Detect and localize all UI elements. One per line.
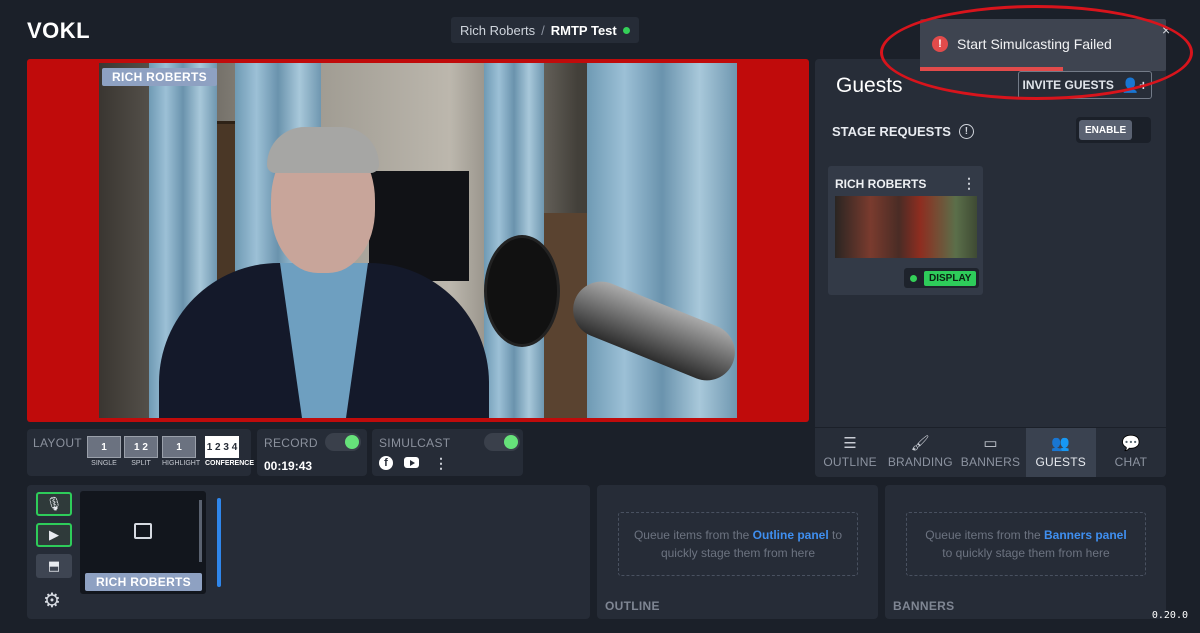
simulcast-label: SIMULCAST (379, 436, 451, 450)
annotation-circle (880, 5, 1193, 100)
record-timer: 00:19:43 (264, 459, 313, 473)
layout-conference-button[interactable]: 1 2 3 4 CONFERENCE (205, 436, 254, 467)
banners-queue-dropzone[interactable]: Queue items from the Banners panel to qu… (906, 512, 1146, 576)
simulcast-more-icon[interactable]: ⋮ (434, 455, 448, 472)
tab-guests[interactable]: 👥 GUESTS (1025, 428, 1096, 477)
camera-icon: ▶ (49, 527, 59, 542)
enable-stage-requests-toggle[interactable]: ENABLE (1076, 117, 1151, 143)
tab-outline[interactable]: ☰ OUTLINE (815, 428, 885, 477)
microphone-button[interactable]: 🎙 (36, 492, 72, 516)
stage-requests-header: STAGE REQUESTS ! (832, 124, 974, 139)
breadcrumb-separator: / (541, 22, 545, 38)
app-logo: VOKL (27, 18, 91, 43)
live-status-dot (622, 26, 630, 34)
layout-highlight-button[interactable]: 1 HIGHLIGHT (162, 436, 200, 467)
layout-control: LAYOUT 1 SINGLE 1 2 SPLIT 1 HIGHLIGHT 1 … (27, 429, 254, 476)
breadcrumb-show: RMTP Test (550, 22, 617, 38)
simulcast-toggle[interactable] (484, 433, 520, 451)
breadcrumb-user[interactable]: Rich Roberts (460, 23, 535, 38)
microphone-icon: 🎙 (45, 496, 63, 511)
layout-label: LAYOUT (33, 436, 82, 450)
outline-icon: ☰ (843, 435, 857, 452)
breadcrumb: Rich Roberts / RMTP Test (451, 17, 639, 43)
highlight-layout-icon: 1 (162, 436, 196, 458)
guest-more-icon[interactable]: ⋮ (962, 175, 976, 192)
guest-status-dot (910, 274, 917, 282)
guest-display-button[interactable]: DISPLAY (904, 268, 980, 288)
guests-title: Guests (836, 74, 903, 97)
record-toggle[interactable] (325, 433, 361, 451)
banners-queue-label: BANNERS (893, 599, 955, 613)
banners-icon: ▭ (983, 435, 998, 452)
layout-single-button[interactable]: 1 SINGLE (87, 436, 121, 467)
layout-split-button[interactable]: 1 2 SPLIT (124, 436, 158, 467)
tile-scrollbar[interactable] (199, 500, 202, 562)
banners-panel-link[interactable]: Banners panel (1044, 528, 1127, 542)
stage-participant-label: RICH ROBERTS (102, 68, 217, 86)
split-layout-icon: 1 2 (124, 436, 158, 458)
avatar-placeholder-icon (134, 523, 152, 539)
camera-button[interactable]: ▶ (36, 523, 72, 547)
tab-banners[interactable]: ▭ BANNERS (955, 428, 1025, 477)
app-version: 0.20.0 (1151, 610, 1188, 621)
screen-share-button[interactable]: ⬒ (36, 554, 72, 578)
guests-icon: 👥 (1051, 435, 1071, 452)
branding-icon: 🖌 (910, 435, 930, 452)
settings-gear-icon[interactable]: ⚙ (43, 588, 61, 613)
simulcast-control: SIMULCAST f ⋮ (372, 429, 523, 476)
tab-chat[interactable]: 💬 CHAT (1096, 428, 1166, 477)
outline-queue-label: OUTLINE (605, 599, 660, 613)
backstage-participant-label: RICH ROBERTS (85, 573, 202, 591)
screen-share-icon: ⬒ (47, 558, 61, 573)
record-label: RECORD (264, 436, 318, 450)
drop-indicator (217, 498, 221, 587)
tab-branding[interactable]: 🖌 BRANDING (885, 428, 955, 477)
guest-video-thumbnail (835, 196, 977, 258)
info-icon[interactable]: ! (958, 124, 974, 139)
outline-queue-dropzone[interactable]: Queue items from the Outline panel to qu… (618, 512, 858, 576)
guest-name: RICH ROBERTS (835, 177, 927, 191)
stage-video: RICH ROBERTS (99, 63, 737, 418)
youtube-icon[interactable] (404, 457, 419, 468)
conference-layout-icon: 1 2 3 4 (205, 436, 239, 458)
panel-tabs: ☰ OUTLINE 🖌 BRANDING ▭ BANNERS 👥 GUESTS … (815, 427, 1166, 477)
chat-icon: 💬 (1121, 435, 1141, 452)
record-control: RECORD 00:19:43 (257, 429, 367, 476)
facebook-icon[interactable]: f (379, 456, 393, 470)
single-layout-icon: 1 (87, 436, 121, 458)
outline-panel-link[interactable]: Outline panel (753, 528, 829, 542)
